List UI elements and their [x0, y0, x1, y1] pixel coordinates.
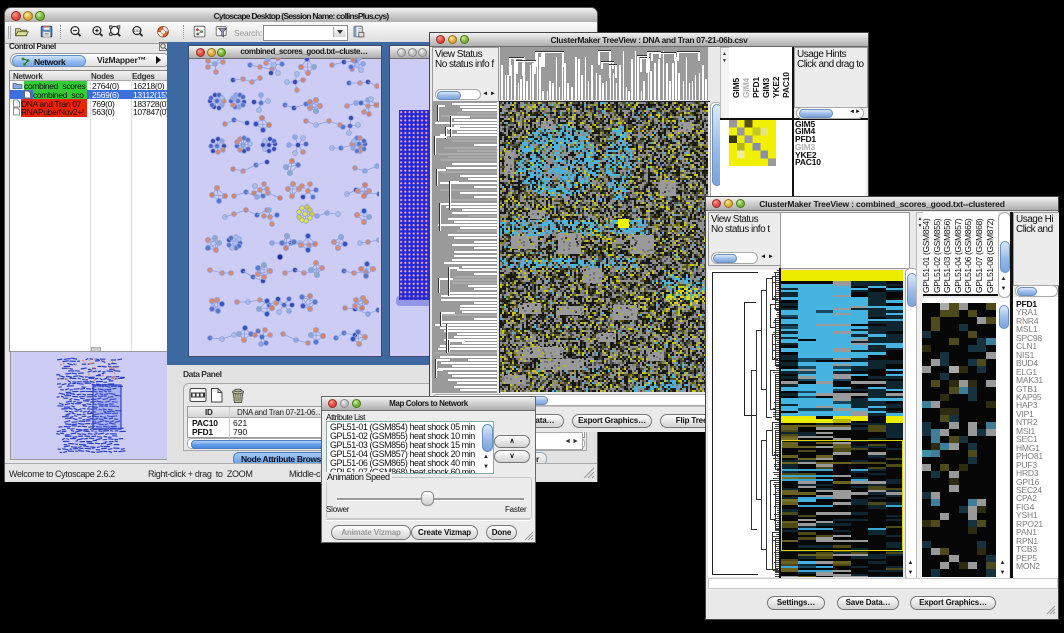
- svg-text:131: 131: [134, 28, 141, 33]
